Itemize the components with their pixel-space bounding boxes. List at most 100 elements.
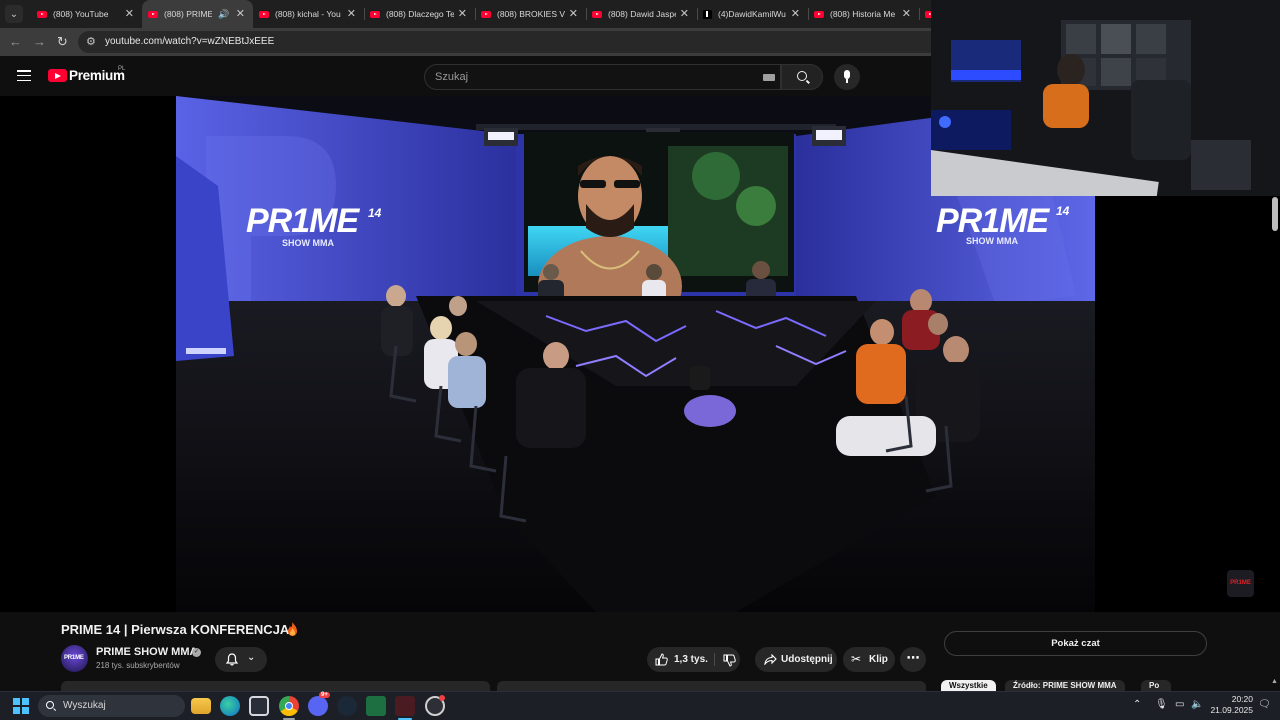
tray-microphone-icon[interactable]: 🎙 [1155, 699, 1168, 710]
obs-icon[interactable] [425, 695, 445, 716]
channel-watermark[interactable]: PR1ME [1227, 570, 1254, 597]
reload-icon[interactable]: ↻ [57, 34, 68, 50]
share-button[interactable]: Udostępnij [755, 647, 837, 672]
notification-bell-button[interactable]: ⌄ [215, 647, 267, 672]
youtube-premium-label[interactable]: Premium [69, 68, 125, 83]
microsoft-store-icon[interactable] [249, 696, 269, 716]
browser-tab-prime[interactable]: (808) PRIME 1 🔊 ✕ [142, 0, 253, 28]
taskbar-clock-time[interactable]: 20:20 [1229, 694, 1253, 704]
tab-audio-speaker-icon[interactable]: 🔊 [218, 9, 229, 20]
clip-button[interactable]: ✂ Klip [843, 647, 895, 672]
tab-close-icon[interactable]: ✕ [680, 7, 689, 20]
search-box [424, 64, 781, 90]
edge-browser-icon[interactable] [220, 696, 240, 716]
tab-close-icon[interactable]: ✕ [902, 7, 911, 20]
youtube-favicon-icon [37, 10, 47, 18]
chrome-browser-icon[interactable] [279, 696, 299, 716]
chevron-down-icon: ⌄ [247, 652, 256, 663]
browser-tab-dawid-jasper[interactable]: (808) Dawid Jaspe ✕ [586, 0, 697, 28]
browser-tab-brokies[interactable]: (808) BROKIES VS ✕ [475, 0, 586, 28]
back-arrow-icon[interactable]: ← [9, 34, 22, 49]
tray-chevron-up-icon[interactable]: ⌃ [1133, 699, 1141, 710]
tab-title: (808) Historia Me [830, 9, 896, 19]
subscriber-count: 218 tys. subskrybentów [96, 661, 180, 670]
tab-close-icon[interactable]: ✕ [569, 7, 578, 20]
search-icon [46, 701, 54, 709]
more-actions-button[interactable]: ⋯ [900, 647, 926, 672]
webcam-feed [931, 0, 1280, 196]
share-label: Udostępnij [781, 654, 833, 665]
video-title: PRIME 14 | Pierwsza KONFERENCJA [61, 622, 290, 637]
stage-brand-left: PR1ME [246, 202, 359, 240]
webcam-overlay [931, 0, 1280, 196]
show-chat-button[interactable]: Pokaż czat [944, 631, 1207, 656]
youtube-favicon-icon [148, 10, 158, 18]
video-letterbox-right [1095, 196, 1280, 612]
browser-tab-kichal[interactable]: (808) kichal - You ✕ [253, 0, 364, 28]
scissors-icon: ✂ [851, 652, 862, 666]
browser-tab-strip: ⌄ (808) YouTube ✕ (808) PRIME 1 🔊 ✕ (808… [0, 0, 931, 28]
tab-close-icon[interactable]: ✕ [791, 7, 800, 20]
tray-network-icon[interactable]: ▭ [1175, 699, 1184, 710]
verified-badge-icon: ✓ [192, 648, 201, 657]
site-info-icon[interactable]: ⚙ [86, 35, 96, 48]
search-button[interactable] [781, 64, 823, 90]
browser-tab-overflow[interactable] [919, 0, 931, 28]
microphone-icon [844, 70, 850, 79]
video-editor-icon[interactable] [395, 696, 415, 716]
voice-search-button[interactable] [834, 64, 860, 90]
browser-toolbar: ← → ↻ ⚙ youtube.com/watch?v=wZNEBtJxEEE [0, 28, 931, 56]
discord-notification-badge: 9+ [319, 692, 330, 698]
thumbs-down-icon[interactable] [723, 654, 736, 667]
windows-start-icon[interactable] [13, 698, 29, 714]
tab-close-icon[interactable]: ✕ [347, 7, 356, 20]
hamburger-menu-icon[interactable] [17, 70, 31, 82]
chip-channel-source[interactable]: Źródło: PRIME SHOW MMA [1005, 680, 1125, 691]
chip-all[interactable]: Wszystkie [941, 680, 996, 691]
stage-brand-right-number: 14 [1056, 204, 1070, 218]
description-box[interactable] [61, 681, 490, 691]
steam-icon[interactable] [337, 696, 357, 716]
channel-name[interactable]: PRIME SHOW MMA [96, 646, 197, 658]
thumbs-up-icon[interactable] [655, 653, 668, 666]
windows-taskbar: Wyszukaj 9+ ⌃ 🎙 ▭ 🔈 20:20 21.09.2025 🗨 [0, 691, 1280, 720]
discord-icon[interactable]: 9+ [308, 692, 330, 716]
forward-arrow-icon[interactable]: → [33, 34, 46, 49]
tab-search-menu-icon[interactable]: ⌄ [5, 5, 23, 23]
address-bar-url[interactable]: youtube.com/watch?v=wZNEBtJxEEE [105, 36, 274, 47]
scrollbar-down-arrow-icon[interactable]: ▲ [1271, 678, 1278, 685]
youtube-favicon-icon [592, 10, 602, 18]
search-icon [797, 71, 807, 81]
notifications-icon[interactable]: 🗨 [1258, 699, 1271, 710]
browser-tab-youtube[interactable]: (808) YouTube ✕ [31, 0, 142, 28]
video-letterbox-left [0, 96, 176, 612]
channel-avatar[interactable]: PR1ME [61, 645, 88, 672]
taskbar-search-box[interactable]: Wyszukaj [38, 695, 185, 717]
stage-brand-left-number: 14 [368, 206, 382, 220]
browser-tab-dlaczego[interactable]: (808) Dlaczego Te ✕ [364, 0, 475, 28]
taskbar-clock-date[interactable]: 21.09.2025 [1210, 705, 1253, 715]
address-bar[interactable]: ⚙ youtube.com/watch?v=wZNEBtJxEEE [78, 31, 931, 53]
tab-title: (808) kichal - You [275, 9, 341, 19]
tab-close-icon[interactable]: ✕ [125, 7, 134, 20]
file-explorer-icon[interactable] [191, 698, 211, 714]
browser-tab-tiktok[interactable]: (4)DawidKamilWu ✕ [697, 0, 808, 28]
scrollbar-thumb[interactable] [1272, 197, 1278, 231]
comment-box[interactable] [497, 681, 926, 691]
like-dislike-group: 1,3 tys. [647, 647, 740, 672]
youtube-favicon-icon [814, 10, 824, 18]
youtube-logo-icon[interactable] [48, 69, 67, 82]
tab-close-icon[interactable]: ✕ [236, 7, 245, 20]
chip-more[interactable]: Po [1141, 680, 1171, 691]
taskbar-search-label: Wyszukaj [63, 700, 106, 711]
tray-volume-icon[interactable]: 🔈 [1191, 699, 1203, 710]
like-count[interactable]: 1,3 tys. [674, 654, 708, 665]
browser-tab-historia[interactable]: (808) Historia Me ✕ [808, 0, 919, 28]
tab-close-icon[interactable]: ✕ [458, 7, 467, 20]
excel-icon[interactable] [366, 696, 386, 716]
stage-brand-right-subtitle: SHOW MMA [966, 236, 1018, 246]
keyboard-icon[interactable] [763, 74, 775, 81]
channel-avatar-text: PR1ME [64, 655, 84, 661]
tab-title: (808) Dawid Jaspe [608, 9, 676, 19]
search-input[interactable] [425, 65, 755, 89]
